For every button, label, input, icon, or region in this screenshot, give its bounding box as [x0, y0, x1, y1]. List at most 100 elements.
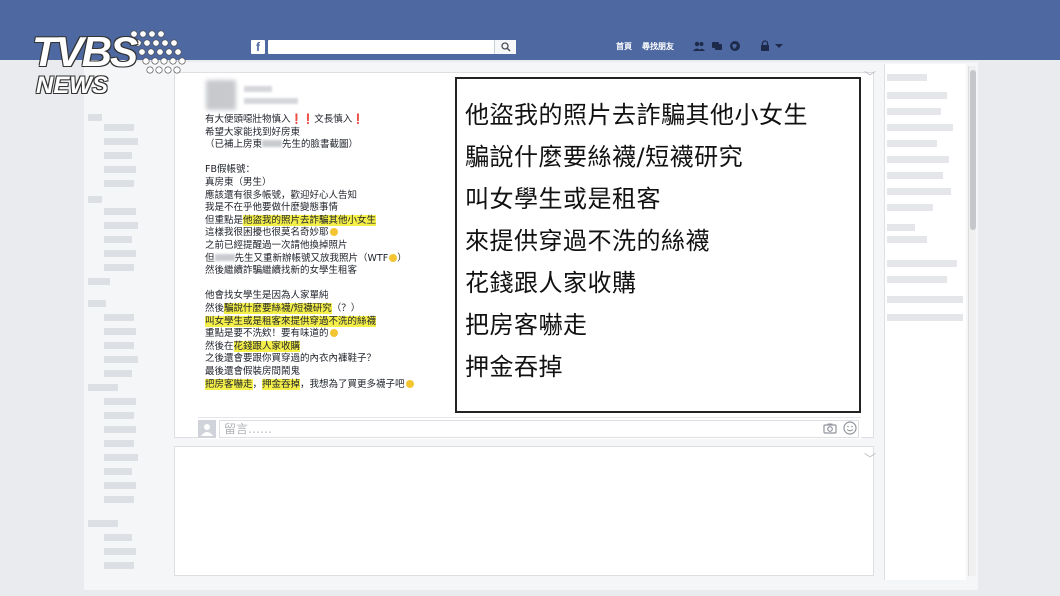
post-text-line: 然後繼續詐騙繼續找新的女學生租客 — [205, 265, 357, 277]
sidebar-placeholder — [104, 314, 134, 321]
sidebar-placeholder — [104, 222, 138, 229]
post-text-line: 真房東（男生） — [205, 177, 272, 189]
privacy-lock-icon[interactable] — [759, 40, 771, 52]
post-text-line: 之前已經提醒過一次請他換掉照片 — [205, 240, 348, 252]
search-input[interactable] — [268, 40, 516, 54]
post-text-line: 重點是要不洗欸！要有味道的 — [205, 328, 338, 340]
poster-avatar[interactable] — [206, 80, 236, 110]
right-sidebar-placeholder — [887, 124, 953, 131]
post-text-line: （已補上房東 先生的臉書截圖） — [205, 139, 358, 151]
post-text-segment: 文長慎入 — [314, 114, 353, 125]
post-text-segment: ） — [397, 252, 407, 264]
sidebar-placeholder — [104, 250, 136, 257]
callout-line: 把房客嚇走 — [465, 311, 588, 339]
facebook-logo-icon[interactable]: f — [251, 40, 265, 54]
friend-requests-icon[interactable] — [693, 40, 705, 52]
messages-icon[interactable] — [711, 40, 723, 52]
tvbs-brand-text: TVBS — [32, 28, 138, 75]
post-text-segment: 但 — [205, 252, 215, 264]
search-icon — [501, 42, 511, 52]
nav-find-friends-link[interactable]: 尋找朋友 — [642, 41, 674, 52]
emoji-smiley-icon[interactable] — [843, 421, 857, 435]
post-text-segment: 然後在 — [205, 340, 234, 352]
post-text-segment: 然後 — [205, 303, 225, 314]
right-sidebar-placeholder — [887, 204, 933, 211]
post-text-segment: 希望大家能找到好房東 — [205, 126, 301, 138]
highlighted-text: 把房客嚇走 — [205, 378, 253, 390]
post-text-segment: 之前已經提醒過一次請他換掉照片 — [205, 240, 348, 251]
sidebar-placeholder — [104, 124, 134, 131]
callout-line: 來提供穿過不洗的絲襪 — [465, 227, 710, 255]
post-text-segment: 但重點是 — [205, 214, 244, 226]
post-text-line: 但重點是他盜我的照片去詐騙其他小女生 — [205, 214, 377, 227]
right-sidebar-placeholder — [887, 260, 957, 267]
right-sidebar-placeholder — [887, 92, 947, 99]
post-text-segment: ❗❗ — [290, 114, 315, 125]
post-text-line: 最後還會假裝房間鬧鬼 — [205, 366, 300, 378]
post-options-chevron-down-icon[interactable]: ﹀ — [864, 450, 876, 467]
sidebar-placeholder — [104, 440, 134, 447]
scrollbar-thumb[interactable] — [970, 70, 976, 230]
post-text-segment: 他會找女學生是因為人家單純 — [205, 290, 329, 302]
sidebar-placeholder — [104, 496, 134, 503]
sidebar-placeholder — [104, 264, 134, 271]
sidebar-placeholder — [104, 138, 138, 145]
post-text-segment: 然後繼續詐騙繼續找新的女學生租客 — [205, 265, 358, 277]
post-text-line: 但 先生又重新辦帳號又放我照片（WTF ） — [205, 253, 407, 265]
page-scrollbar[interactable] — [968, 66, 976, 576]
sidebar-placeholder — [104, 180, 134, 187]
sidebar-placeholder — [88, 384, 118, 391]
post-text-line: 然後騙說什麼要絲襪/短襪研究（？） — [205, 303, 360, 315]
emoji-icon — [389, 253, 398, 262]
post-text-line: 叫女學生或是租客來提供穿過不洗的絲襪 — [205, 315, 377, 328]
post-options-chevron-down-icon[interactable]: ﹀ — [864, 68, 876, 85]
sidebar-placeholder — [88, 196, 102, 203]
comment-bar: 留言…… — [198, 417, 861, 439]
sidebar-placeholder — [88, 300, 106, 307]
sidebar-placeholder — [104, 468, 132, 475]
highlighted-text: 騙說什麼要絲襪/短襪研究 — [224, 303, 332, 314]
right-sidebar-placeholder — [887, 296, 963, 303]
search-button[interactable] — [494, 40, 516, 54]
tvbs-news-text: NEWS — [36, 72, 108, 99]
post-text-segment: 這樣我很困擾也很莫名奇妙耶 — [205, 227, 329, 239]
callout-line: 花錢跟人家收購 — [465, 269, 637, 297]
highlighted-text: 花錢跟人家收購 — [233, 340, 301, 352]
callout-line: 叫女學生或是租客 — [465, 185, 661, 213]
camera-icon[interactable] — [823, 422, 837, 434]
commenter-avatar — [198, 420, 216, 438]
post-text-line: 應該還有很多帳號，歡迎好心人告知 — [205, 190, 357, 202]
right-sidebar-placeholder — [887, 236, 927, 243]
post-text-line: 這樣我很困擾也很莫名奇妙耶 — [205, 227, 338, 239]
sidebar-placeholder — [104, 342, 134, 349]
nav-home-link[interactable]: 首頁 — [616, 41, 632, 52]
post-text-segment: 先生又重新辦帳號又放我照片（WTF — [234, 252, 389, 264]
post-text-segment: ，我想為了買更多襪子吧 — [300, 378, 405, 390]
post-text-line: 有大便頭噁壯物慎入❗❗文長慎入❗ — [205, 114, 364, 126]
post-text-line: FB假帳號： — [205, 164, 255, 176]
sidebar-placeholder — [104, 356, 138, 363]
sidebar-placeholder — [104, 398, 136, 405]
highlighted-text: 押金吞掉 — [262, 378, 301, 390]
post-text-segment: 之後還會要跟你買穿過的內衣內褲鞋子？ — [205, 353, 377, 365]
highlighted-text: 叫女學生或是租客來提供穿過不洗的絲襪 — [205, 315, 377, 327]
poster-name-blurred[interactable] — [244, 86, 272, 92]
post-text-line: 他會找女學生是因為人家單純 — [205, 290, 329, 302]
sidebar-placeholder — [104, 426, 136, 433]
post-text-segment: FB假帳號： — [205, 164, 255, 176]
post-text-segment: 重點是要不洗欸！要有味道的 — [205, 328, 329, 340]
post-text-segment: （已補上房東 — [205, 139, 263, 151]
blurred-name — [214, 253, 235, 261]
right-sidebar-placeholder — [887, 108, 941, 115]
post-timestamp-blurred — [244, 98, 298, 104]
account-menu-chevron-down-icon[interactable] — [773, 40, 785, 52]
post-text-segment: 應該還有很多帳號，歡迎好心人告知 — [205, 189, 358, 201]
notifications-globe-icon[interactable] — [729, 40, 741, 52]
post-text-line: 之後還會要跟你買穿過的內衣內褲鞋子？ — [205, 353, 376, 365]
sidebar-placeholder — [104, 454, 138, 461]
comment-input[interactable]: 留言…… — [219, 420, 859, 438]
right-sidebar-placeholder — [887, 172, 943, 179]
post-text-segment: 真房東（男生） — [205, 177, 272, 188]
sidebar-placeholder — [88, 114, 102, 121]
sidebar-placeholder — [88, 278, 110, 285]
